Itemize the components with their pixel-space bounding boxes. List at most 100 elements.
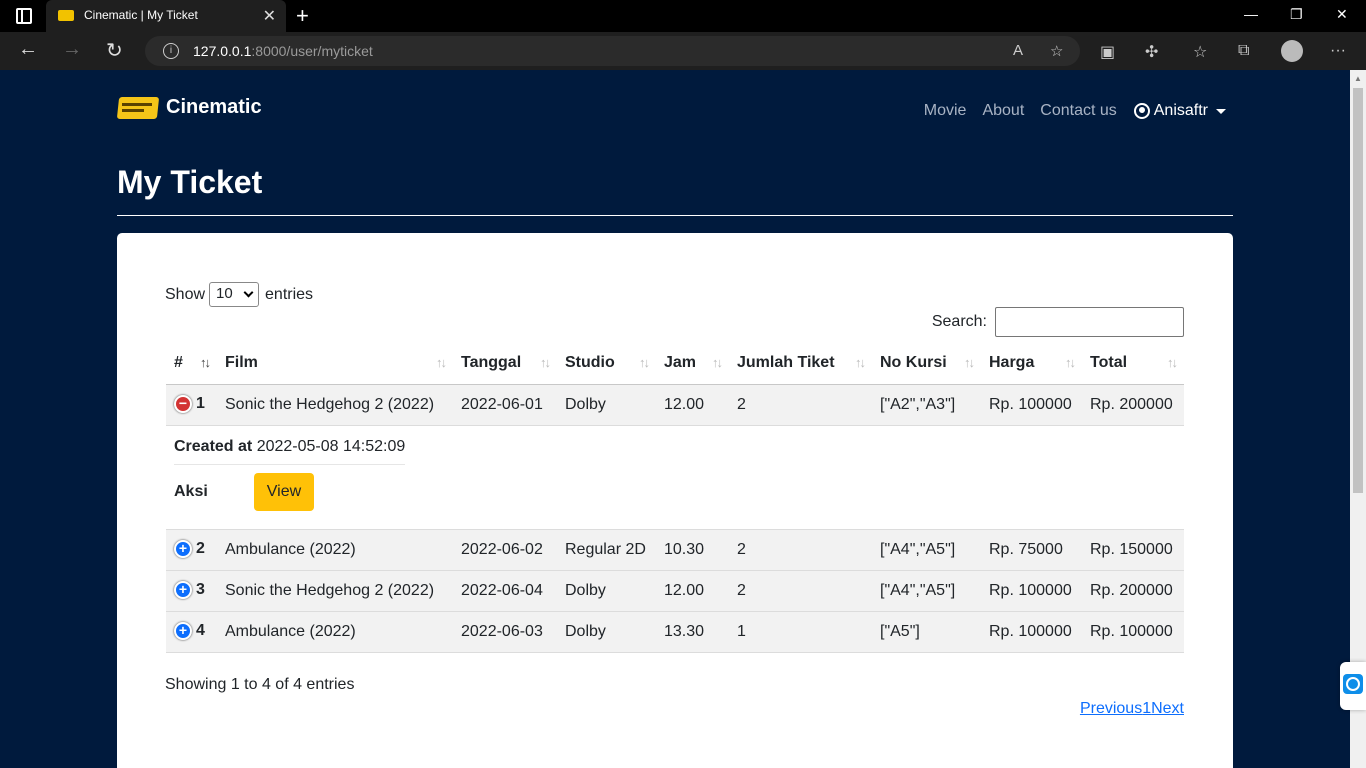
- restore-icon[interactable]: ❐: [1290, 6, 1303, 23]
- cell-tanggal: 2022-06-04: [453, 570, 557, 612]
- pagination: Previous1Next: [1080, 700, 1184, 718]
- col-header-no-kursi[interactable]: No Kursi ↑↓: [872, 343, 981, 385]
- scroll-thumb[interactable]: [1353, 88, 1363, 493]
- ticket-card: Show 10 entries Search: # ↑↓ Film ↑↓ Tangg…: [117, 233, 1233, 768]
- new-tab-icon[interactable]: +: [296, 3, 309, 29]
- user-dropdown[interactable]: Anisaftr: [1133, 102, 1226, 120]
- entries-label: entries: [265, 285, 314, 303]
- cell-studio: Regular 2D: [557, 529, 656, 571]
- nav-link-contact[interactable]: Contact us: [1040, 102, 1116, 120]
- scroll-up-icon[interactable]: ▲: [1354, 74, 1362, 83]
- child-detail-row: Created at 2022-05-08 14:52:09 Aksi View: [166, 425, 1184, 530]
- cell-film: Sonic the Hedgehog 2 (2022): [217, 384, 453, 426]
- sort-icon: ↑↓: [639, 355, 650, 370]
- url-text[interactable]: 127.0.0.1:8000/user/myticket: [193, 43, 373, 59]
- teamviewer-icon: [1343, 674, 1363, 694]
- aksi-label: Aksi: [174, 482, 208, 500]
- next-link[interactable]: Next: [1151, 700, 1184, 717]
- navbar-links: Movie About Contact us Anisaftr: [908, 102, 1226, 120]
- back-icon[interactable]: ←: [18, 38, 38, 61]
- teamviewer-widget[interactable]: [1340, 662, 1366, 710]
- caret-down-icon: [1216, 108, 1226, 114]
- col-header-jam[interactable]: Jam ↑↓: [656, 343, 729, 385]
- brand[interactable]: Cinematic: [116, 94, 262, 120]
- forward-icon[interactable]: →: [62, 38, 82, 61]
- expand-row-icon[interactable]: +: [174, 581, 192, 600]
- entries-length-select[interactable]: 10: [209, 282, 260, 307]
- cell-tanggal: 2022-06-01: [453, 384, 557, 426]
- cell-kursi: ["A5"]: [872, 611, 981, 653]
- col-header-jumlah-tiket[interactable]: Jumlah Tiket ↑↓: [729, 343, 872, 385]
- collapse-row-icon[interactable]: −: [174, 395, 192, 414]
- cell-total: Rp. 200000: [1082, 570, 1184, 612]
- ticket-logo-icon: [116, 94, 160, 120]
- extensions-icon[interactable]: ✣: [1145, 42, 1158, 62]
- sort-icon: ↑↓: [436, 355, 447, 370]
- tab-actions-icon[interactable]: [16, 8, 32, 24]
- col-header-studio[interactable]: Studio ↑↓: [557, 343, 656, 385]
- tab-title: Cinematic | My Ticket: [84, 8, 198, 22]
- col-header-film[interactable]: Film ↑↓: [217, 343, 453, 385]
- cell-harga: Rp. 100000: [981, 611, 1082, 653]
- profile-avatar-icon[interactable]: [1281, 40, 1303, 62]
- read-aloud-icon[interactable]: A: [1013, 42, 1023, 59]
- col-header-total[interactable]: Total ↑↓: [1082, 343, 1184, 385]
- page-link-1[interactable]: 1: [1142, 700, 1151, 717]
- browser-tab[interactable]: Cinematic | My Ticket ✕: [46, 0, 286, 32]
- cell-kursi: ["A2","A3"]: [872, 384, 981, 426]
- page: Cinematic Movie About Contact us Anisaft…: [0, 70, 1350, 768]
- expand-row-icon[interactable]: +: [174, 540, 192, 559]
- search-input[interactable]: [995, 307, 1184, 337]
- cell-harga: Rp. 100000: [981, 384, 1082, 426]
- refresh-icon[interactable]: ↻: [106, 38, 123, 63]
- tab-collections-icon[interactable]: ⧉: [1238, 42, 1249, 60]
- close-window-icon[interactable]: ✕: [1336, 6, 1348, 23]
- nav-link-about[interactable]: About: [982, 102, 1024, 120]
- cell-total: Rp. 200000: [1082, 384, 1184, 426]
- ticket-favicon-icon: [58, 10, 74, 21]
- address-bar[interactable]: i 127.0.0.1:8000/user/myticket A ☆: [145, 36, 1080, 66]
- cell-harga: Rp. 75000: [981, 529, 1082, 571]
- view-button[interactable]: View: [254, 472, 314, 511]
- cell-jam: 13.30: [656, 611, 729, 653]
- show-label: Show: [165, 285, 206, 303]
- col-header-tanggal[interactable]: Tanggal ↑↓: [453, 343, 557, 385]
- cell-tanggal: 2022-06-03: [453, 611, 557, 653]
- cell-studio: Dolby: [557, 611, 656, 653]
- search-label: Search:: [931, 313, 987, 330]
- cell-tanggal: 2022-06-02: [453, 529, 557, 571]
- cell-film: Sonic the Hedgehog 2 (2022): [217, 570, 453, 612]
- table-info: Showing 1 to 4 of 4 entries: [165, 676, 355, 693]
- table-row: +2 Ambulance (2022) 2022-06-02 Regular 2…: [166, 529, 1184, 571]
- cell-kursi: ["A4","A5"]: [872, 570, 981, 612]
- cell-total: Rp. 150000: [1082, 529, 1184, 571]
- prev-link[interactable]: Previous: [1080, 700, 1142, 717]
- sort-icon: ↑↓: [712, 355, 723, 370]
- collections-icon[interactable]: ▣: [1100, 42, 1115, 62]
- browser-tabbar: Cinematic | My Ticket ✕ + — ❐ ✕: [0, 0, 1366, 32]
- table-row: −1 Sonic the Hedgehog 2 (2022) 2022-06-0…: [166, 384, 1184, 426]
- aksi-row: Aksi View: [174, 472, 1176, 511]
- cell-film: Ambulance (2022): [217, 611, 453, 653]
- brand-name: Cinematic: [166, 95, 262, 118]
- search-control: Search:: [932, 307, 1184, 337]
- favorites-icon[interactable]: ☆: [1193, 42, 1207, 62]
- nav-link-movie[interactable]: Movie: [924, 102, 967, 120]
- cell-jam: 12.00: [656, 570, 729, 612]
- favorite-add-icon[interactable]: ☆: [1050, 42, 1063, 60]
- site-info-icon[interactable]: i: [163, 43, 179, 59]
- minimize-icon[interactable]: —: [1244, 6, 1258, 22]
- col-header-harga[interactable]: Harga ↑↓: [981, 343, 1082, 385]
- user-circle-icon: [1133, 103, 1150, 119]
- cell-studio: Dolby: [557, 384, 656, 426]
- col-header-number[interactable]: # ↑↓: [166, 343, 217, 385]
- sort-icon: ↑↓: [964, 355, 975, 370]
- more-menu-icon[interactable]: ···: [1330, 42, 1346, 60]
- ticket-table: # ↑↓ Film ↑↓ Tanggal ↑↓ Studio ↑↓ Jam ↑↓ Juml…: [166, 343, 1184, 653]
- close-tab-icon[interactable]: ✕: [263, 6, 276, 26]
- user-name: Anisaftr: [1153, 102, 1208, 119]
- cell-studio: Dolby: [557, 570, 656, 612]
- cell-total: Rp. 100000: [1082, 611, 1184, 653]
- browser-toolbar: ← → ↻ i 127.0.0.1:8000/user/myticket A ☆…: [0, 32, 1366, 70]
- expand-row-icon[interactable]: +: [174, 622, 192, 641]
